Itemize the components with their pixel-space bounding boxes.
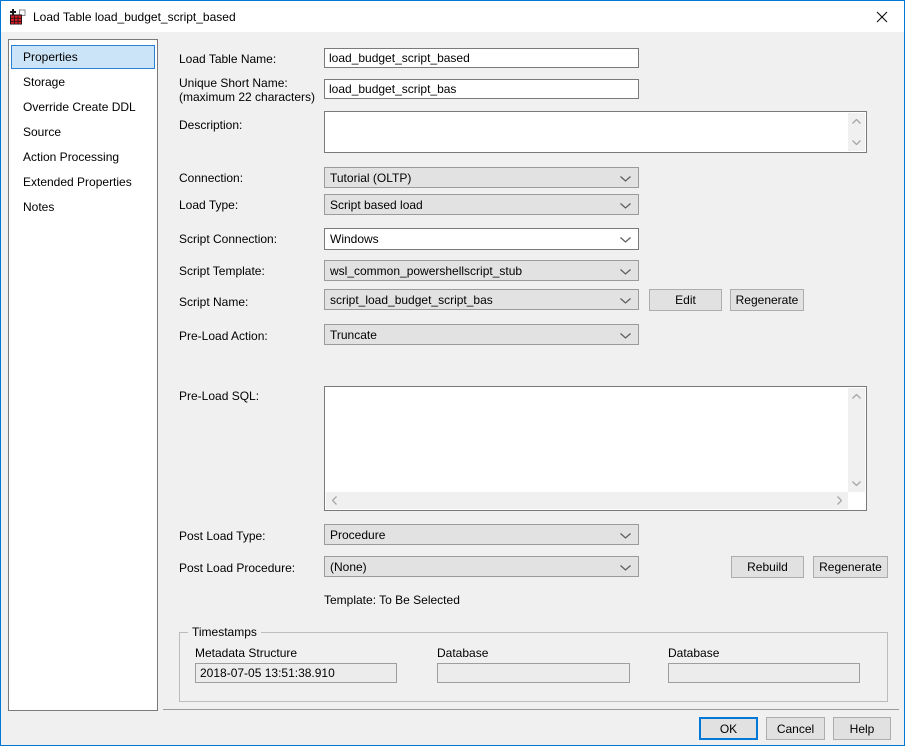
timestamps-group-label: Timestamps [188,625,261,639]
description-label: Description: [179,118,242,132]
close-button[interactable] [859,1,904,32]
description-vertical-scrollbar[interactable] [848,113,865,151]
sidebar-item-properties[interactable]: Properties [11,45,155,69]
rebuild-procedure-button[interactable]: Rebuild [731,556,804,578]
chevron-down-icon [620,333,631,339]
sidebar-nav: Properties Storage Override Create DDL S… [8,39,158,711]
post-load-procedure-label: Post Load Procedure: [179,561,295,575]
load-table-dialog: Load Table load_budget_script_based Prop… [0,0,905,746]
unique-short-name-sublabel: (maximum 22 characters) [179,90,315,104]
regenerate-procedure-button[interactable]: Regenerate [813,556,888,578]
load-table-icon [10,9,26,25]
sidebar-item-storage[interactable]: Storage [11,70,155,94]
load-table-name-label: Load Table Name: [179,52,276,66]
script-name-select[interactable]: script_load_budget_script_bas [324,289,639,310]
database-timestamp-label-2: Database [668,646,719,660]
pre-load-sql-vertical-scrollbar[interactable] [848,388,865,492]
metadata-structure-value [195,663,397,683]
database-timestamp-value-2 [668,663,860,683]
post-load-type-select[interactable]: Procedure [324,524,639,545]
sidebar-item-action-processing[interactable]: Action Processing [11,145,155,169]
post-load-type-label: Post Load Type: [179,529,266,543]
chevron-down-icon [620,203,631,209]
help-button[interactable]: Help [833,717,891,740]
post-load-procedure-value: (None) [330,560,367,574]
pre-load-sql-label: Pre-Load SQL: [179,389,259,403]
scroll-left-icon[interactable] [326,492,343,509]
script-name-label: Script Name: [179,295,248,309]
script-template-select[interactable]: wsl_common_powershellscript_stub [324,260,639,281]
connection-select[interactable]: Tutorial (OLTP) [324,167,639,188]
template-status-text: Template: To Be Selected [324,593,460,607]
pre-load-action-select[interactable]: Truncate [324,324,639,345]
sidebar-item-extended-properties[interactable]: Extended Properties [11,170,155,194]
pre-load-sql-horizontal-scrollbar[interactable] [326,492,848,509]
sidebar-item-notes[interactable]: Notes [11,195,155,219]
load-table-name-input[interactable] [324,48,639,68]
sidebar-item-source[interactable]: Source [11,120,155,144]
footer-divider [163,709,899,710]
script-connection-label: Script Connection: [179,232,277,246]
chevron-down-icon [620,237,631,243]
script-template-value: wsl_common_powershellscript_stub [330,264,522,278]
chevron-down-icon [620,176,631,182]
cancel-button[interactable]: Cancel [766,717,825,740]
metadata-structure-label: Metadata Structure [195,646,297,660]
chevron-down-icon [620,298,631,304]
pre-load-action-label: Pre-Load Action: [179,329,268,343]
title-bar: Load Table load_budget_script_based [1,1,904,32]
database-timestamp-label-1: Database [437,646,488,660]
window-title: Load Table load_budget_script_based [33,10,236,24]
chevron-down-icon [620,565,631,571]
post-load-type-value: Procedure [330,528,385,542]
scroll-up-icon[interactable] [848,113,865,130]
chevron-down-icon [620,269,631,275]
script-template-label: Script Template: [179,264,265,278]
ok-button[interactable]: OK [699,717,758,740]
scroll-up-icon[interactable] [848,388,865,405]
script-name-value: script_load_budget_script_bas [330,293,493,307]
load-type-value: Script based load [330,198,423,212]
description-textarea[interactable] [324,111,867,153]
scroll-down-icon[interactable] [848,134,865,151]
load-type-label: Load Type: [179,198,238,212]
scroll-down-icon[interactable] [848,475,865,492]
script-connection-select[interactable]: Windows [324,228,639,250]
scroll-right-icon[interactable] [831,492,848,509]
timestamps-groupbox: Timestamps Metadata Structure Database D… [179,632,888,702]
pre-load-action-value: Truncate [330,328,377,342]
connection-value: Tutorial (OLTP) [330,171,411,185]
connection-label: Connection: [179,171,243,185]
database-timestamp-value-1 [437,663,630,683]
close-icon [876,11,888,23]
script-connection-value: Windows [330,232,379,246]
pre-load-sql-textarea[interactable] [324,386,867,511]
edit-script-button[interactable]: Edit [649,289,722,311]
load-type-select[interactable]: Script based load [324,194,639,215]
sidebar-item-override-create-ddl[interactable]: Override Create DDL [11,95,155,119]
chevron-down-icon [620,533,631,539]
unique-short-name-input[interactable] [324,79,639,99]
post-load-procedure-select[interactable]: (None) [324,556,639,577]
unique-short-name-label: Unique Short Name: [179,76,288,90]
regenerate-script-button[interactable]: Regenerate [730,289,804,311]
